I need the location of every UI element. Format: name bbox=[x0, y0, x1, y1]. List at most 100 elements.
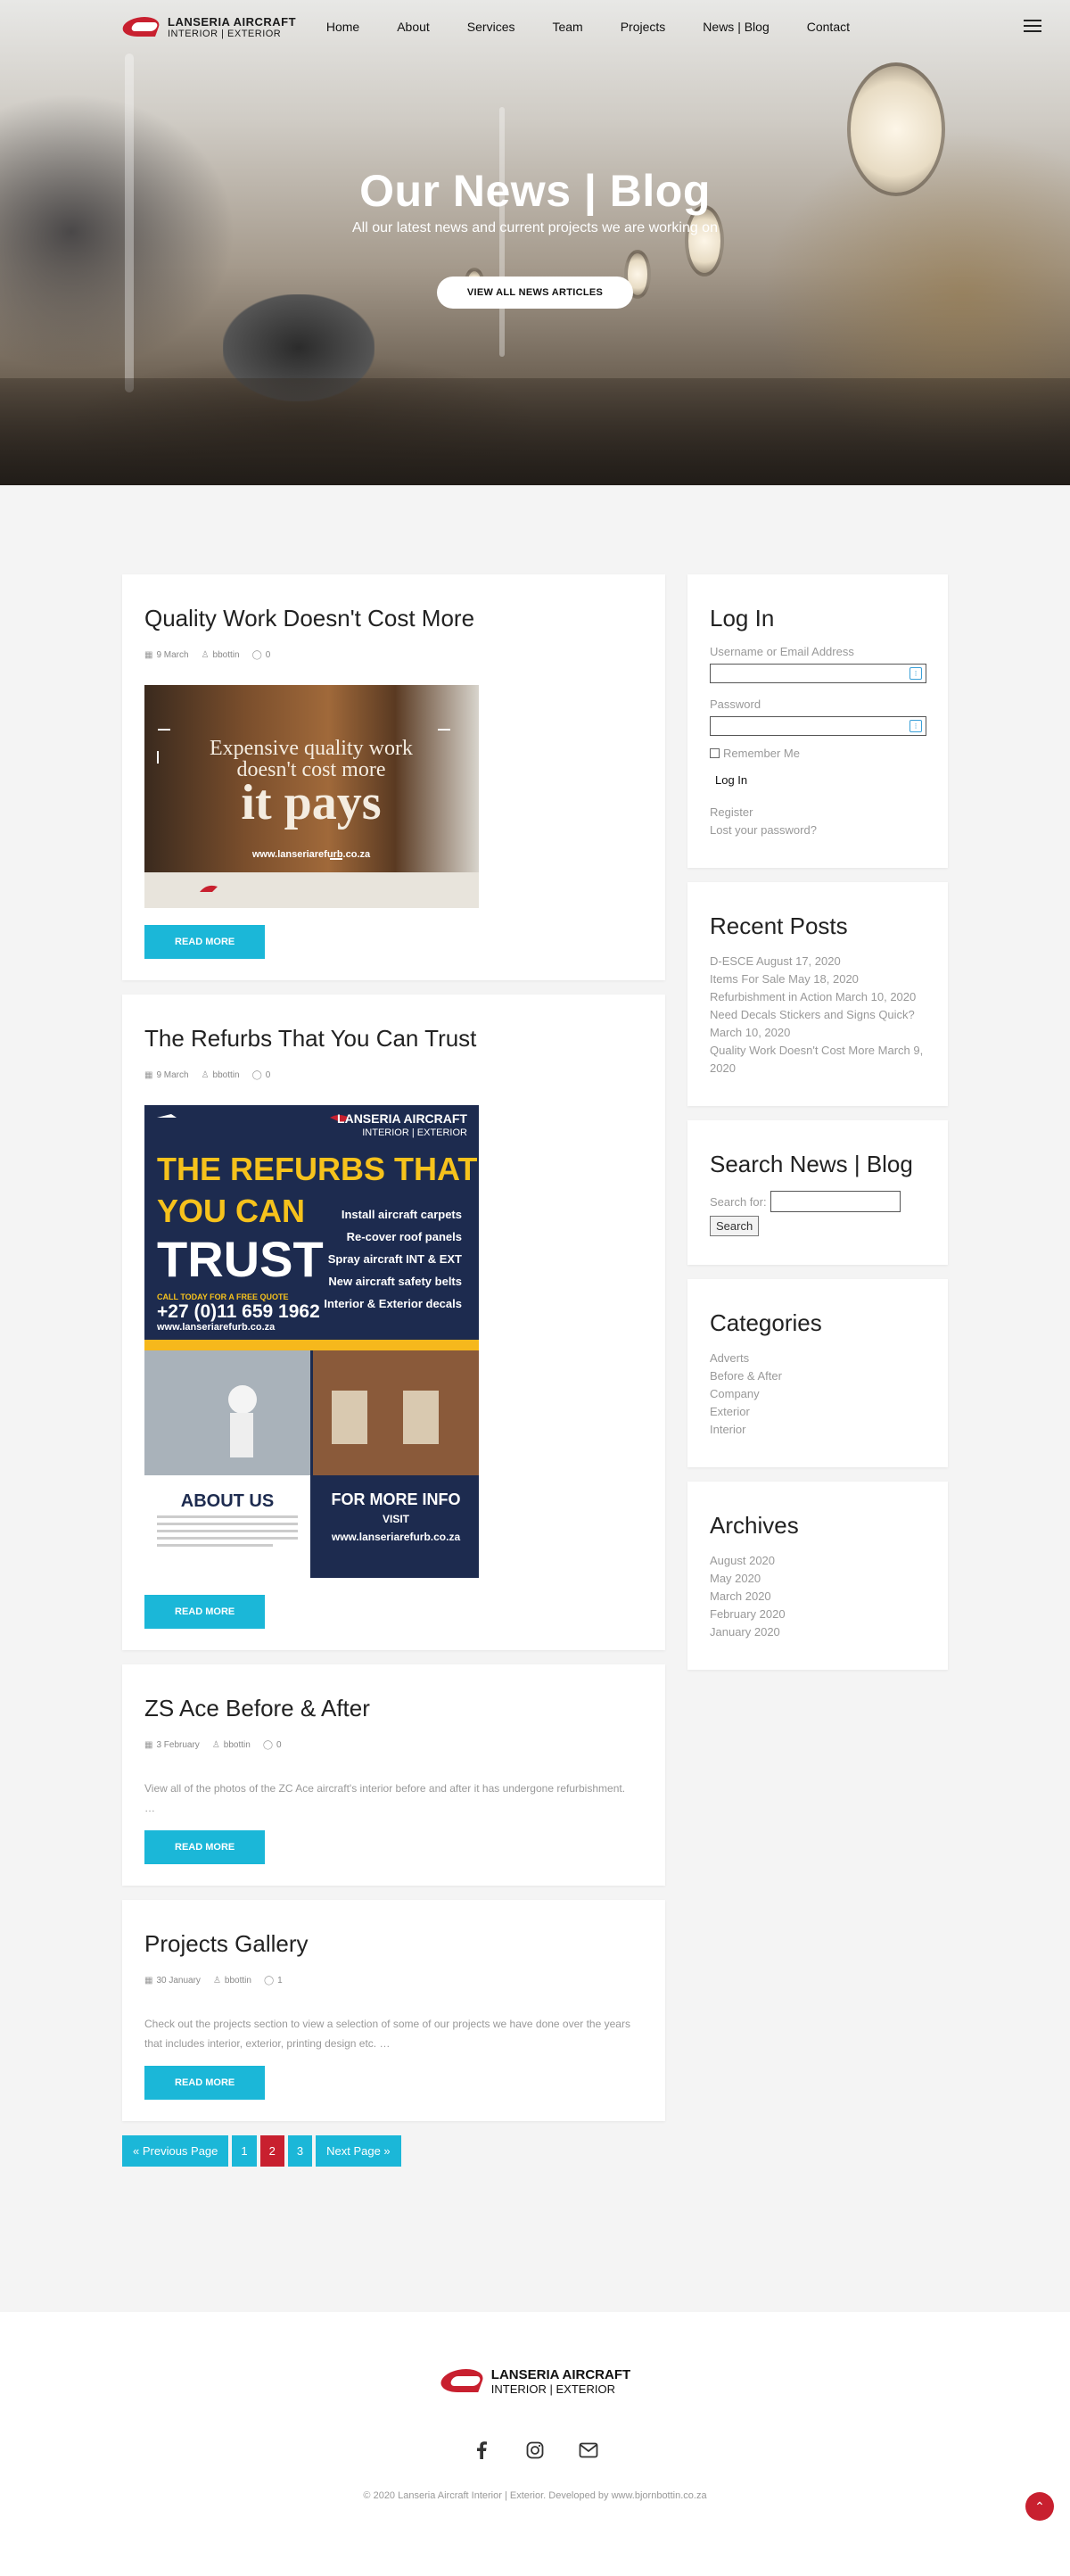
post-date[interactable]: 3 February bbox=[156, 1740, 199, 1750]
post-comments[interactable]: 0 bbox=[266, 650, 271, 660]
post-title[interactable]: The Refurbs That You Can Trust bbox=[144, 1025, 643, 1053]
flyer-phone: +27 (0)11 659 1962 bbox=[157, 1301, 320, 1322]
view-all-news-button[interactable]: VIEW ALL NEWS ARTICLES bbox=[436, 277, 634, 309]
category-link[interactable]: Adverts bbox=[710, 1350, 926, 1367]
sidebar: Log In Username or Email Address ⁝ Passw… bbox=[687, 574, 948, 2167]
post-title[interactable]: Quality Work Doesn't Cost More bbox=[144, 605, 643, 632]
lost-password-link[interactable]: Lost your password? bbox=[710, 822, 926, 839]
mail-icon[interactable] bbox=[579, 2440, 598, 2460]
hero-subtitle: All our latest news and current projects… bbox=[352, 220, 718, 235]
next-page-button[interactable]: Next Page » bbox=[316, 2135, 401, 2167]
recent-post-link[interactable]: D-ESCE August 17, 2020 bbox=[710, 953, 926, 970]
comment-icon: ◯ bbox=[262, 1740, 274, 1750]
post-comments[interactable]: 1 bbox=[277, 1976, 283, 1986]
facebook-icon[interactable] bbox=[472, 2440, 491, 2460]
flyer-headline-2: YOU CAN bbox=[157, 1193, 305, 1229]
archive-link[interactable]: May 2020 bbox=[710, 1570, 926, 1588]
post-excerpt-text: View all of the photos of the ZC Ace air… bbox=[144, 1782, 626, 1795]
post-meta: ▦ 3 February ♙ bbottin ◯ 0 bbox=[144, 1740, 643, 1750]
cabin-floor bbox=[0, 378, 1070, 485]
nav-contact[interactable]: Contact bbox=[788, 20, 868, 34]
recent-post-link[interactable]: Refurbishment in Action March 10, 2020 bbox=[710, 988, 926, 1006]
post-title[interactable]: Projects Gallery bbox=[144, 1930, 643, 1958]
nav-news-blog[interactable]: News | Blog bbox=[684, 20, 787, 34]
archive-link[interactable]: August 2020 bbox=[710, 1552, 926, 1570]
remember-label: Remember Me bbox=[723, 747, 800, 760]
post-author[interactable]: bbottin bbox=[213, 1070, 240, 1080]
hero-title: Our News | Blog bbox=[359, 166, 711, 216]
username-field[interactable]: ⁝ bbox=[710, 664, 926, 683]
category-link[interactable]: Before & After bbox=[710, 1367, 926, 1385]
password-field[interactable]: ⁝ bbox=[710, 716, 926, 736]
post-author[interactable]: bbottin bbox=[224, 1740, 251, 1750]
hamburger-menu-icon[interactable] bbox=[1024, 20, 1041, 32]
footer-logo-subtitle: INTERIOR | EXTERIOR bbox=[490, 2382, 615, 2396]
logo-mark-icon bbox=[123, 13, 160, 40]
remember-me-checkbox[interactable]: Remember Me bbox=[710, 747, 926, 760]
read-more-button[interactable]: READ MORE bbox=[144, 1595, 266, 1629]
calendar-icon: ▦ bbox=[144, 1976, 153, 1986]
flyer-service: Spray aircraft INT & EXT bbox=[328, 1252, 462, 1266]
category-link[interactable]: Company bbox=[710, 1385, 926, 1403]
pagination: « Previous Page 1 2 3 Next Page » bbox=[122, 2135, 665, 2167]
username-label: Username or Email Address bbox=[710, 645, 854, 658]
page-link[interactable]: 3 bbox=[287, 2135, 313, 2167]
archive-link[interactable]: March 2020 bbox=[710, 1588, 926, 1606]
flyer-service: New aircraft safety belts bbox=[328, 1275, 462, 1288]
recent-post-link[interactable]: Need Decals Stickers and Signs Quick? Ma… bbox=[710, 1006, 926, 1042]
flyer-url: www.lanseriarefurb.co.za bbox=[156, 1322, 276, 1333]
post-date[interactable]: 9 March bbox=[156, 1070, 188, 1080]
post-title[interactable]: ZS Ace Before & After bbox=[144, 1695, 643, 1722]
nav-about[interactable]: About bbox=[378, 20, 449, 34]
previous-page-button[interactable]: « Previous Page bbox=[122, 2135, 229, 2167]
main-content: Quality Work Doesn't Cost More ▦ 9 March … bbox=[122, 574, 948, 2167]
register-link[interactable]: Register bbox=[710, 804, 926, 822]
post-excerpt: View all of the photos of the ZC Ace air… bbox=[144, 1779, 643, 1818]
instagram-icon[interactable] bbox=[525, 2440, 545, 2460]
read-more-button[interactable]: READ MORE bbox=[144, 1830, 266, 1864]
back-to-top-button[interactable]: ⌃ bbox=[1025, 2492, 1054, 2521]
post-date[interactable]: 30 January bbox=[156, 1976, 200, 1986]
site-footer: LANSERIA AIRCRAFT INTERIOR | EXTERIOR © … bbox=[0, 2312, 1070, 2576]
nav-projects[interactable]: Projects bbox=[602, 20, 685, 34]
read-more-button[interactable]: READ MORE bbox=[144, 2066, 266, 2100]
checkbox-box[interactable] bbox=[710, 748, 720, 758]
post-comments[interactable]: 0 bbox=[276, 1740, 282, 1750]
recent-post-link[interactable]: Quality Work Doesn't Cost More March 9, … bbox=[710, 1042, 926, 1077]
page-link-current[interactable]: 2 bbox=[259, 2135, 284, 2167]
flyer-info-visit: VISIT bbox=[383, 1513, 410, 1525]
thumb-url: www.lanseriarefurb.co.za bbox=[251, 849, 371, 860]
flyer-brand: LANSERIA AIRCRAFT bbox=[337, 1111, 467, 1126]
post-author[interactable]: bbottin bbox=[225, 1976, 251, 1986]
nav-services[interactable]: Services bbox=[449, 20, 534, 34]
read-more-button[interactable]: READ MORE bbox=[144, 925, 266, 959]
post-card: Quality Work Doesn't Cost More ▦ 9 March … bbox=[122, 574, 665, 980]
category-link[interactable]: Interior bbox=[710, 1421, 926, 1439]
post-comments[interactable]: 0 bbox=[266, 1070, 271, 1080]
archive-link[interactable]: January 2020 bbox=[710, 1623, 926, 1641]
archive-link[interactable]: February 2020 bbox=[710, 1606, 926, 1623]
recent-posts-widget: Recent Posts D-ESCE August 17, 2020 Item… bbox=[687, 882, 948, 1106]
search-button[interactable]: Search bbox=[710, 1216, 760, 1236]
hero-content: Our News | Blog All our latest news and … bbox=[0, 165, 1070, 309]
search-form: Search for: bbox=[710, 1191, 926, 1212]
login-button[interactable]: Log In bbox=[710, 771, 753, 789]
search-input[interactable] bbox=[770, 1191, 901, 1212]
comment-icon: ◯ bbox=[251, 1070, 262, 1080]
post-date[interactable]: 9 March bbox=[156, 650, 188, 660]
post-thumbnail[interactable]: Expensive quality work doesn't cost more… bbox=[144, 685, 479, 912]
password-label: Password bbox=[710, 698, 761, 711]
nav-home[interactable]: Home bbox=[308, 20, 378, 34]
post-thumbnail[interactable]: LANSERIA AIRCRAFT INTERIOR | EXTERIOR TH… bbox=[144, 1105, 479, 1582]
post-author[interactable]: bbottin bbox=[213, 650, 240, 660]
page-link[interactable]: 1 bbox=[232, 2135, 257, 2167]
category-link[interactable]: Exterior bbox=[710, 1403, 926, 1421]
recent-post-link[interactable]: Items For Sale May 18, 2020 bbox=[710, 970, 926, 988]
categories-widget: Categories Adverts Before & After Compan… bbox=[687, 1279, 948, 1467]
site-logo[interactable]: LANSERIA AIRCRAFT INTERIOR | EXTERIOR bbox=[123, 13, 296, 40]
nav-team[interactable]: Team bbox=[533, 20, 601, 34]
thumb-line1: Expensive quality work bbox=[210, 737, 413, 760]
search-widget: Search News | Blog Search for: Search bbox=[687, 1120, 948, 1265]
footer-logo[interactable]: LANSERIA AIRCRAFT INTERIOR | EXTERIOR bbox=[0, 2365, 1070, 2398]
search-label: Search for: bbox=[710, 1194, 767, 1209]
